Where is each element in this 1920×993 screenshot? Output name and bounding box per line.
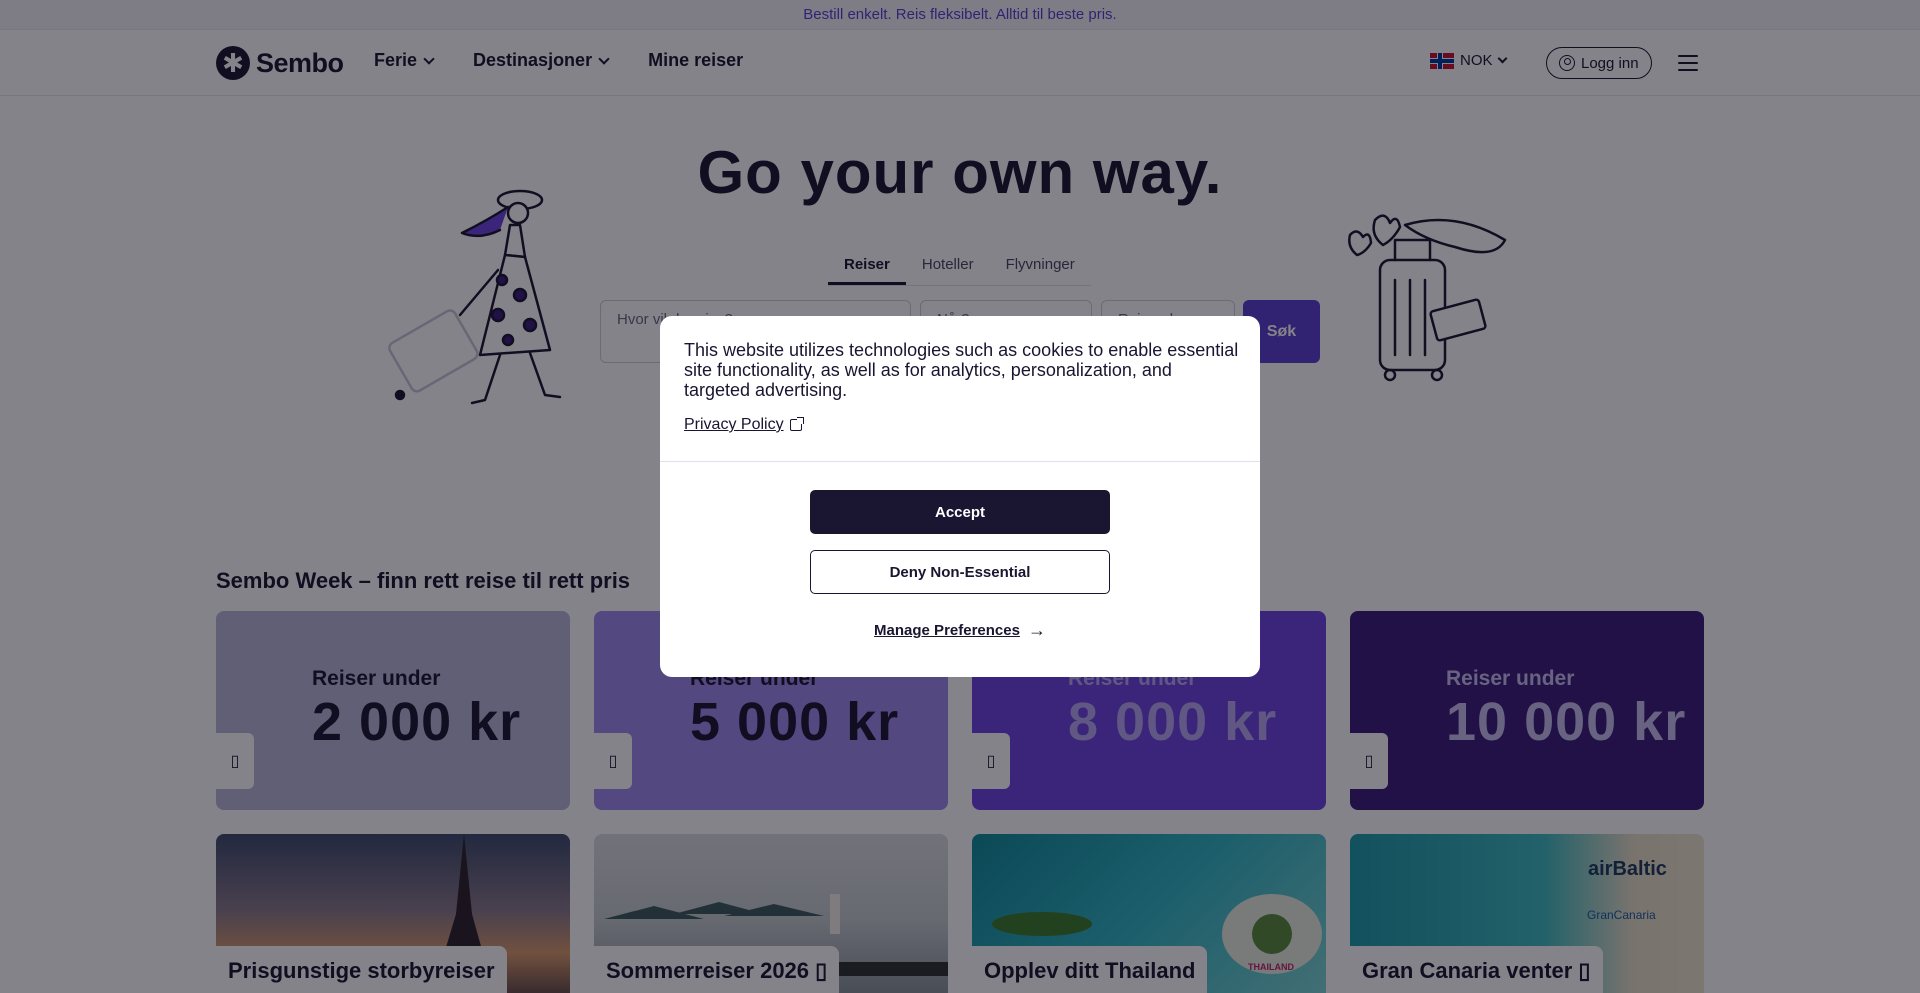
divider [660,461,1260,462]
manage-label: Manage Preferences [874,622,1020,639]
privacy-label: Privacy Policy [684,416,784,433]
external-link-icon [789,417,804,431]
privacy-policy-link[interactable]: Privacy Policy [684,416,804,434]
cookie-consent-dialog: This website utilizes technologies such … [660,316,1260,677]
deny-button[interactable]: Deny Non-Essential [810,550,1110,594]
cookie-text: This website utilizes technologies such … [684,340,1239,400]
accept-button[interactable]: Accept [810,490,1110,534]
arrow-right-icon: → [1027,620,1046,640]
manage-preferences-link[interactable]: Manage Preferences → [660,620,1260,641]
